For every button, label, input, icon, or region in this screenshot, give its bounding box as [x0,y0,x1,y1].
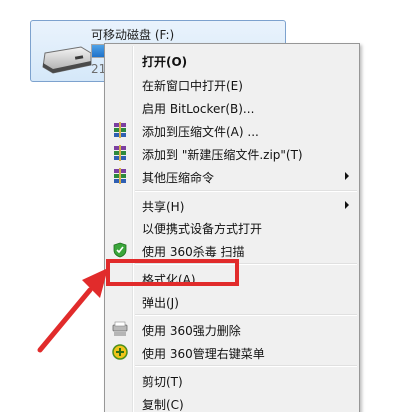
submenu-arrow-icon [345,201,349,209]
menu-item-cut[interactable]: 剪切(T) [107,369,357,391]
menu-item-add-to-archive[interactable]: 添加到压缩文件(A) ... [107,119,357,141]
menu-item-add-to-zip[interactable]: 添加到 "新建压缩文件.zip"(T) [107,142,357,164]
menu-item-label: 在新窗口中打开(E) [142,79,243,93]
menu-separator [135,365,357,367]
menu-item-label: 添加到 "新建压缩文件.zip"(T) [142,148,303,162]
menu-item-open-new-window[interactable]: 在新窗口中打开(E) [107,73,357,95]
menu-item-copy[interactable]: 复制(C) [107,392,357,412]
red-arrow-icon [37,268,108,353]
format-highlight-box [106,259,239,286]
menu-item-360-force-delete[interactable]: 使用 360强力删除 [107,318,357,340]
winrar-archive-icon [114,168,126,184]
menu-item-open-as-portable[interactable]: 以便携式设备方式打开 [107,216,357,238]
menu-item-label: 其他压缩命令 [142,171,215,185]
menu-item-label: 添加到压缩文件(A) ... [142,125,259,139]
menu-item-share[interactable]: 共享(H) [107,194,357,216]
menu-item-bitlocker[interactable]: 启用 BitLocker(B)... [107,96,357,118]
menu-item-360-manage-context[interactable]: 使用 360管理右键菜单 [107,341,357,363]
winrar-archive-icon [114,145,126,161]
menu-item-label: 打开(O) [142,55,188,69]
usb-drive-icon [42,46,92,74]
menu-item-label: 使用 360强力删除 [142,324,241,338]
menu-item-eject[interactable]: 弹出(J) [107,290,357,312]
menu-item-360-scan[interactable]: 使用 360杀毒 扫描 [107,239,357,261]
360-shield-icon [113,242,127,258]
menu-item-label: 以便携式设备方式打开 [142,222,263,236]
menu-item-open[interactable]: 打开(O) [107,49,357,71]
menu-separator [135,314,357,316]
menu-item-label: 共享(H) [142,200,185,214]
menu-item-label: 启用 BitLocker(B)... [142,102,255,116]
menu-item-other-compress[interactable]: 其他压缩命令 [107,165,357,187]
menu-item-label: 复制(C) [142,398,184,412]
submenu-arrow-icon [345,172,349,180]
menu-item-label: 使用 360管理右键菜单 [142,347,265,361]
drive-name: 可移动磁盘 (F:) [91,28,175,42]
winrar-archive-icon [114,122,126,138]
menu-item-label: 弹出(J) [142,296,179,310]
context-menu: 打开(O) 在新窗口中打开(E) 启用 BitLocker(B)... 添加到压… [104,43,360,412]
menu-item-label: 使用 360杀毒 扫描 [142,245,245,259]
menu-separator [135,190,357,192]
menu-item-label: 剪切(T) [142,375,183,389]
